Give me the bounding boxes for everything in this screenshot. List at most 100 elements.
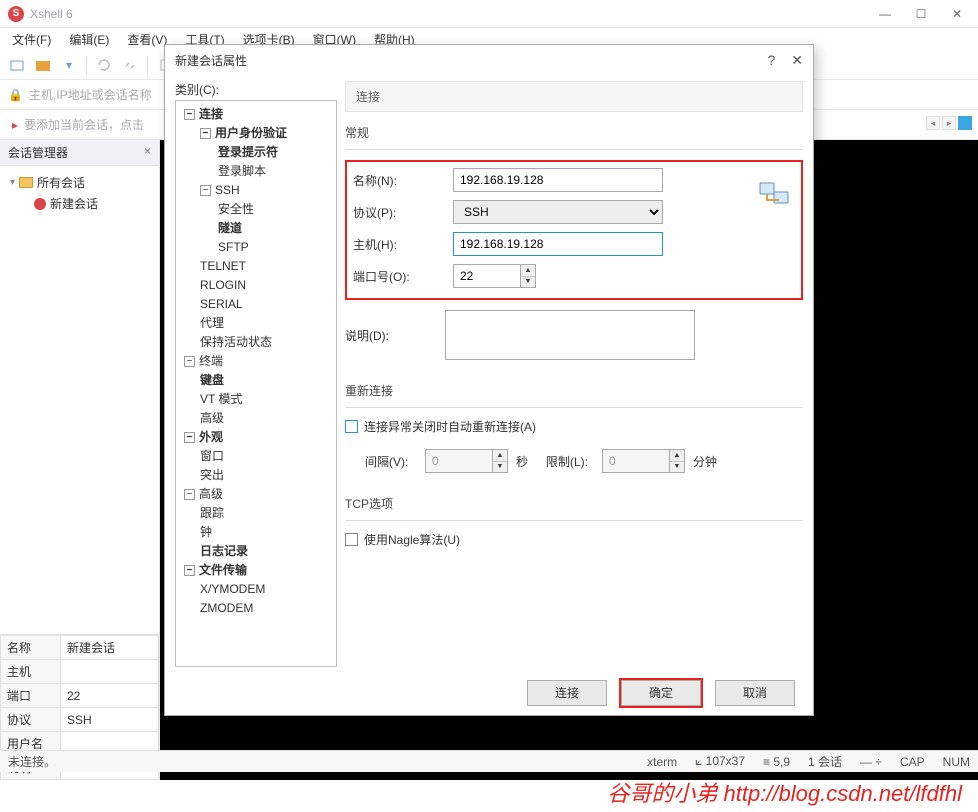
desc-label: 说明(D): [345,327,445,344]
minimize-button[interactable]: — [876,5,894,23]
menu-edit[interactable]: 编辑(E) [65,29,113,50]
tree-node[interactable]: 登录脚本 [180,162,332,181]
maximize-button[interactable]: ☐ [912,5,930,23]
tree-node[interactable]: X/YMODEM [180,580,332,599]
reconnect-icon[interactable] [95,56,113,74]
tab-prev-icon[interactable]: ◂ [926,116,940,130]
prop-key: 名称 [1,636,61,660]
dropdown-icon[interactable]: ▾ [60,56,78,74]
app-title: Xshell 6 [30,7,876,21]
watermark: 谷哥的小弟 http://blog.csdn.net/lfdfhl [0,776,970,808]
tree-node[interactable]: 高级 [180,409,332,428]
prop-key: 主机 [1,660,61,684]
tree-node[interactable]: −用户身份验证 [180,124,332,143]
tree-root[interactable]: ▾ 所有会话 [6,172,153,193]
reconnect-checkbox[interactable] [345,420,358,433]
name-label: 名称(N): [353,172,453,189]
tree-node[interactable]: 隧道 [180,219,332,238]
dialog-close-icon[interactable]: ✕ [791,52,803,69]
prop-val: SSH [61,708,159,732]
nagle-label: 使用Nagle算法(U) [364,531,460,548]
interval-input [425,449,493,473]
tree-node[interactable]: 突出 [180,466,332,485]
limit-spinner: ▲▼ [670,449,685,473]
port-spinner[interactable]: ▲▼ [521,264,536,288]
tree-node[interactable]: −高级 [180,485,332,504]
cancel-button[interactable]: 取消 [715,680,795,706]
tree-node[interactable]: 登录提示符 [180,143,332,162]
tree-node[interactable]: 键盘 [180,371,332,390]
tree-node[interactable]: −终端 [180,352,332,371]
tree-node[interactable]: ZMODEM [180,599,332,618]
tree-node[interactable]: −文件传输 [180,561,332,580]
session-manager-title: 会话管理器× [0,140,159,166]
lock-icon: 🔒 [8,88,23,102]
tree-node[interactable]: 安全性 [180,200,332,219]
flag-icon: ▸ [12,118,18,132]
category-label: 类别(C): [175,81,337,98]
form-heading: 连接 [345,81,803,112]
status-num: NUM [943,755,970,769]
status-connection: 未连接。 [8,753,56,770]
host-label: 主机(H): [353,236,453,253]
tree-node[interactable]: −SSH [180,181,332,200]
limit-label: 限制(L): [546,453,602,470]
prop-key: 协议 [1,708,61,732]
name-input[interactable] [453,168,663,192]
limit-unit: 分钟 [693,453,717,470]
tree-node[interactable]: −外观 [180,428,332,447]
tree-node[interactable]: SERIAL [180,295,332,314]
tree-node[interactable]: TELNET [180,257,332,276]
session-manager-pane: 会话管理器× ▾ 所有会话 新建会话 名称新建会话主机端口22协议SSH用户名说… [0,140,160,780]
help-icon[interactable]: ? [767,52,775,68]
highlight-box: 名称(N): 协议(P): SSH 主机(H): 端口号(O): ▲▼ [345,160,803,300]
tree-node[interactable]: −连接 [180,105,332,124]
dialog-footer: 连接 确定 取消 [165,669,813,715]
session-tree[interactable]: ▾ 所有会话 新建会话 [0,166,159,626]
network-icon [759,180,791,208]
tree-node[interactable]: VT 模式 [180,390,332,409]
new-session-icon[interactable] [8,56,26,74]
group-tcp: TCP选项 [345,495,803,512]
category-tree[interactable]: −连接−用户身份验证登录提示符登录脚本−SSH安全性隧道SFTPTELNETRL… [175,100,337,667]
status-term: xterm [647,755,677,769]
app-icon: S [8,6,24,22]
titlebar: S Xshell 6 — ☐ ✕ [0,0,978,28]
port-input[interactable] [453,264,521,288]
pane-close-icon[interactable]: × [144,144,151,161]
new-session-dialog: 新建会话属性 ? ✕ 类别(C): −连接−用户身份验证登录提示符登录脚本−SS… [164,44,814,716]
ok-button[interactable]: 确定 [621,680,701,706]
tree-node[interactable]: SFTP [180,238,332,257]
tree-node[interactable]: 窗口 [180,447,332,466]
tree-node[interactable]: 代理 [180,314,332,333]
link-icon[interactable] [121,56,139,74]
status-pos: ≡ 5,9 [763,755,790,769]
open-icon[interactable] [34,56,52,74]
status-cap: CAP [900,755,925,769]
session-icon [34,198,46,210]
nagle-checkbox[interactable] [345,533,358,546]
prop-val: 新建会话 [61,636,159,660]
protocol-select[interactable]: SSH [453,200,663,224]
tree-node[interactable]: RLOGIN [180,276,332,295]
status-bar: 未连接。 xterm ⟀ 107x37 ≡ 5,9 1 会话 — ÷ CAP N… [0,750,978,772]
status-extra: — ÷ [860,755,882,769]
tree-node[interactable]: 跟踪 [180,504,332,523]
connect-button[interactable]: 连接 [527,680,607,706]
prop-key: 端口 [1,684,61,708]
tab-next-icon[interactable]: ▸ [942,116,956,130]
close-button[interactable]: ✕ [948,5,966,23]
tree-node[interactable]: 保持活动状态 [180,333,332,352]
interval-spinner: ▲▼ [493,449,508,473]
interval-label: 间隔(V): [365,453,425,470]
group-reconnect: 重新连接 [345,382,803,399]
tab-active-indicator [958,116,972,130]
interval-unit: 秒 [516,453,528,470]
tree-node[interactable]: 钟 [180,523,332,542]
desc-textarea[interactable] [445,310,695,360]
tree-session-item[interactable]: 新建会话 [6,193,153,214]
menu-file[interactable]: 文件(F) [8,29,55,50]
tree-node[interactable]: 日志记录 [180,542,332,561]
host-input[interactable] [453,232,663,256]
dialog-title: 新建会话属性 [175,52,767,69]
